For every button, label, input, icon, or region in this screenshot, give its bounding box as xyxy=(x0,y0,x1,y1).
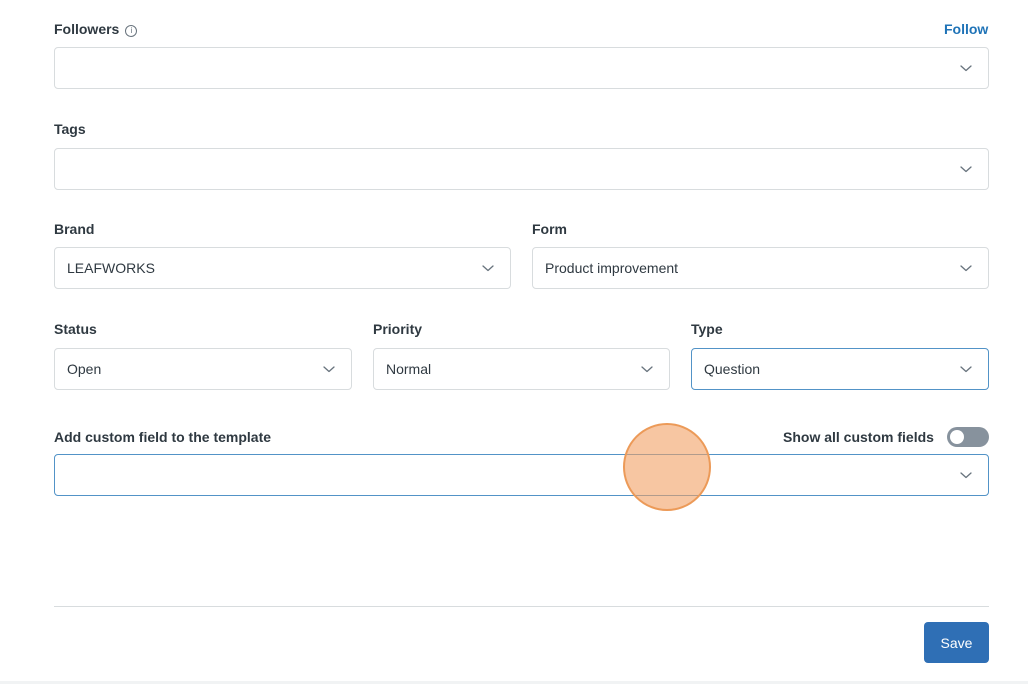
custom-field-select[interactable] xyxy=(54,454,989,496)
type-value: Question xyxy=(704,361,761,377)
priority-select[interactable]: Normal xyxy=(373,348,670,390)
chevron-down-icon xyxy=(641,366,653,373)
show-all-custom-fields-toggle[interactable] xyxy=(947,427,989,447)
followers-label-text: Followers xyxy=(54,21,120,37)
show-all-custom-fields-label: Show all custom fields xyxy=(783,429,934,445)
brand-select[interactable]: LEAFWORKS xyxy=(54,247,511,289)
save-button[interactable]: Save xyxy=(924,622,989,663)
tags-label: Tags xyxy=(54,121,86,137)
toggle-knob xyxy=(950,430,964,444)
brand-value: LEAFWORKS xyxy=(67,260,155,276)
footer-divider xyxy=(54,606,989,607)
form-label: Form xyxy=(532,221,567,237)
chevron-down-icon xyxy=(482,265,494,272)
chevron-down-icon xyxy=(323,366,335,373)
type-label: Type xyxy=(691,321,723,337)
chevron-down-icon xyxy=(960,472,972,479)
priority-label: Priority xyxy=(373,321,423,337)
form-select[interactable]: Product improvement xyxy=(532,247,989,289)
ticket-properties-panel: Followers i Follow Tags Brand LEAFWORKS F… xyxy=(0,0,1028,684)
custom-field-label: Add custom field to the template xyxy=(54,429,272,445)
chevron-down-icon xyxy=(960,65,972,72)
info-icon[interactable]: i xyxy=(125,25,138,37)
followers-select[interactable] xyxy=(54,47,989,89)
brand-label: Brand xyxy=(54,221,95,237)
tags-select[interactable] xyxy=(54,148,989,190)
priority-value: Normal xyxy=(386,361,432,377)
status-value: Open xyxy=(67,361,102,377)
status-label: Status xyxy=(54,321,97,337)
followers-label: Followers i xyxy=(54,21,138,37)
chevron-down-icon xyxy=(960,265,972,272)
chevron-down-icon xyxy=(960,166,972,173)
type-select[interactable]: Question xyxy=(691,348,989,390)
follow-link[interactable]: Follow xyxy=(944,21,988,37)
form-value: Product improvement xyxy=(545,260,679,276)
chevron-down-icon xyxy=(960,366,972,373)
status-select[interactable]: Open xyxy=(54,348,352,390)
